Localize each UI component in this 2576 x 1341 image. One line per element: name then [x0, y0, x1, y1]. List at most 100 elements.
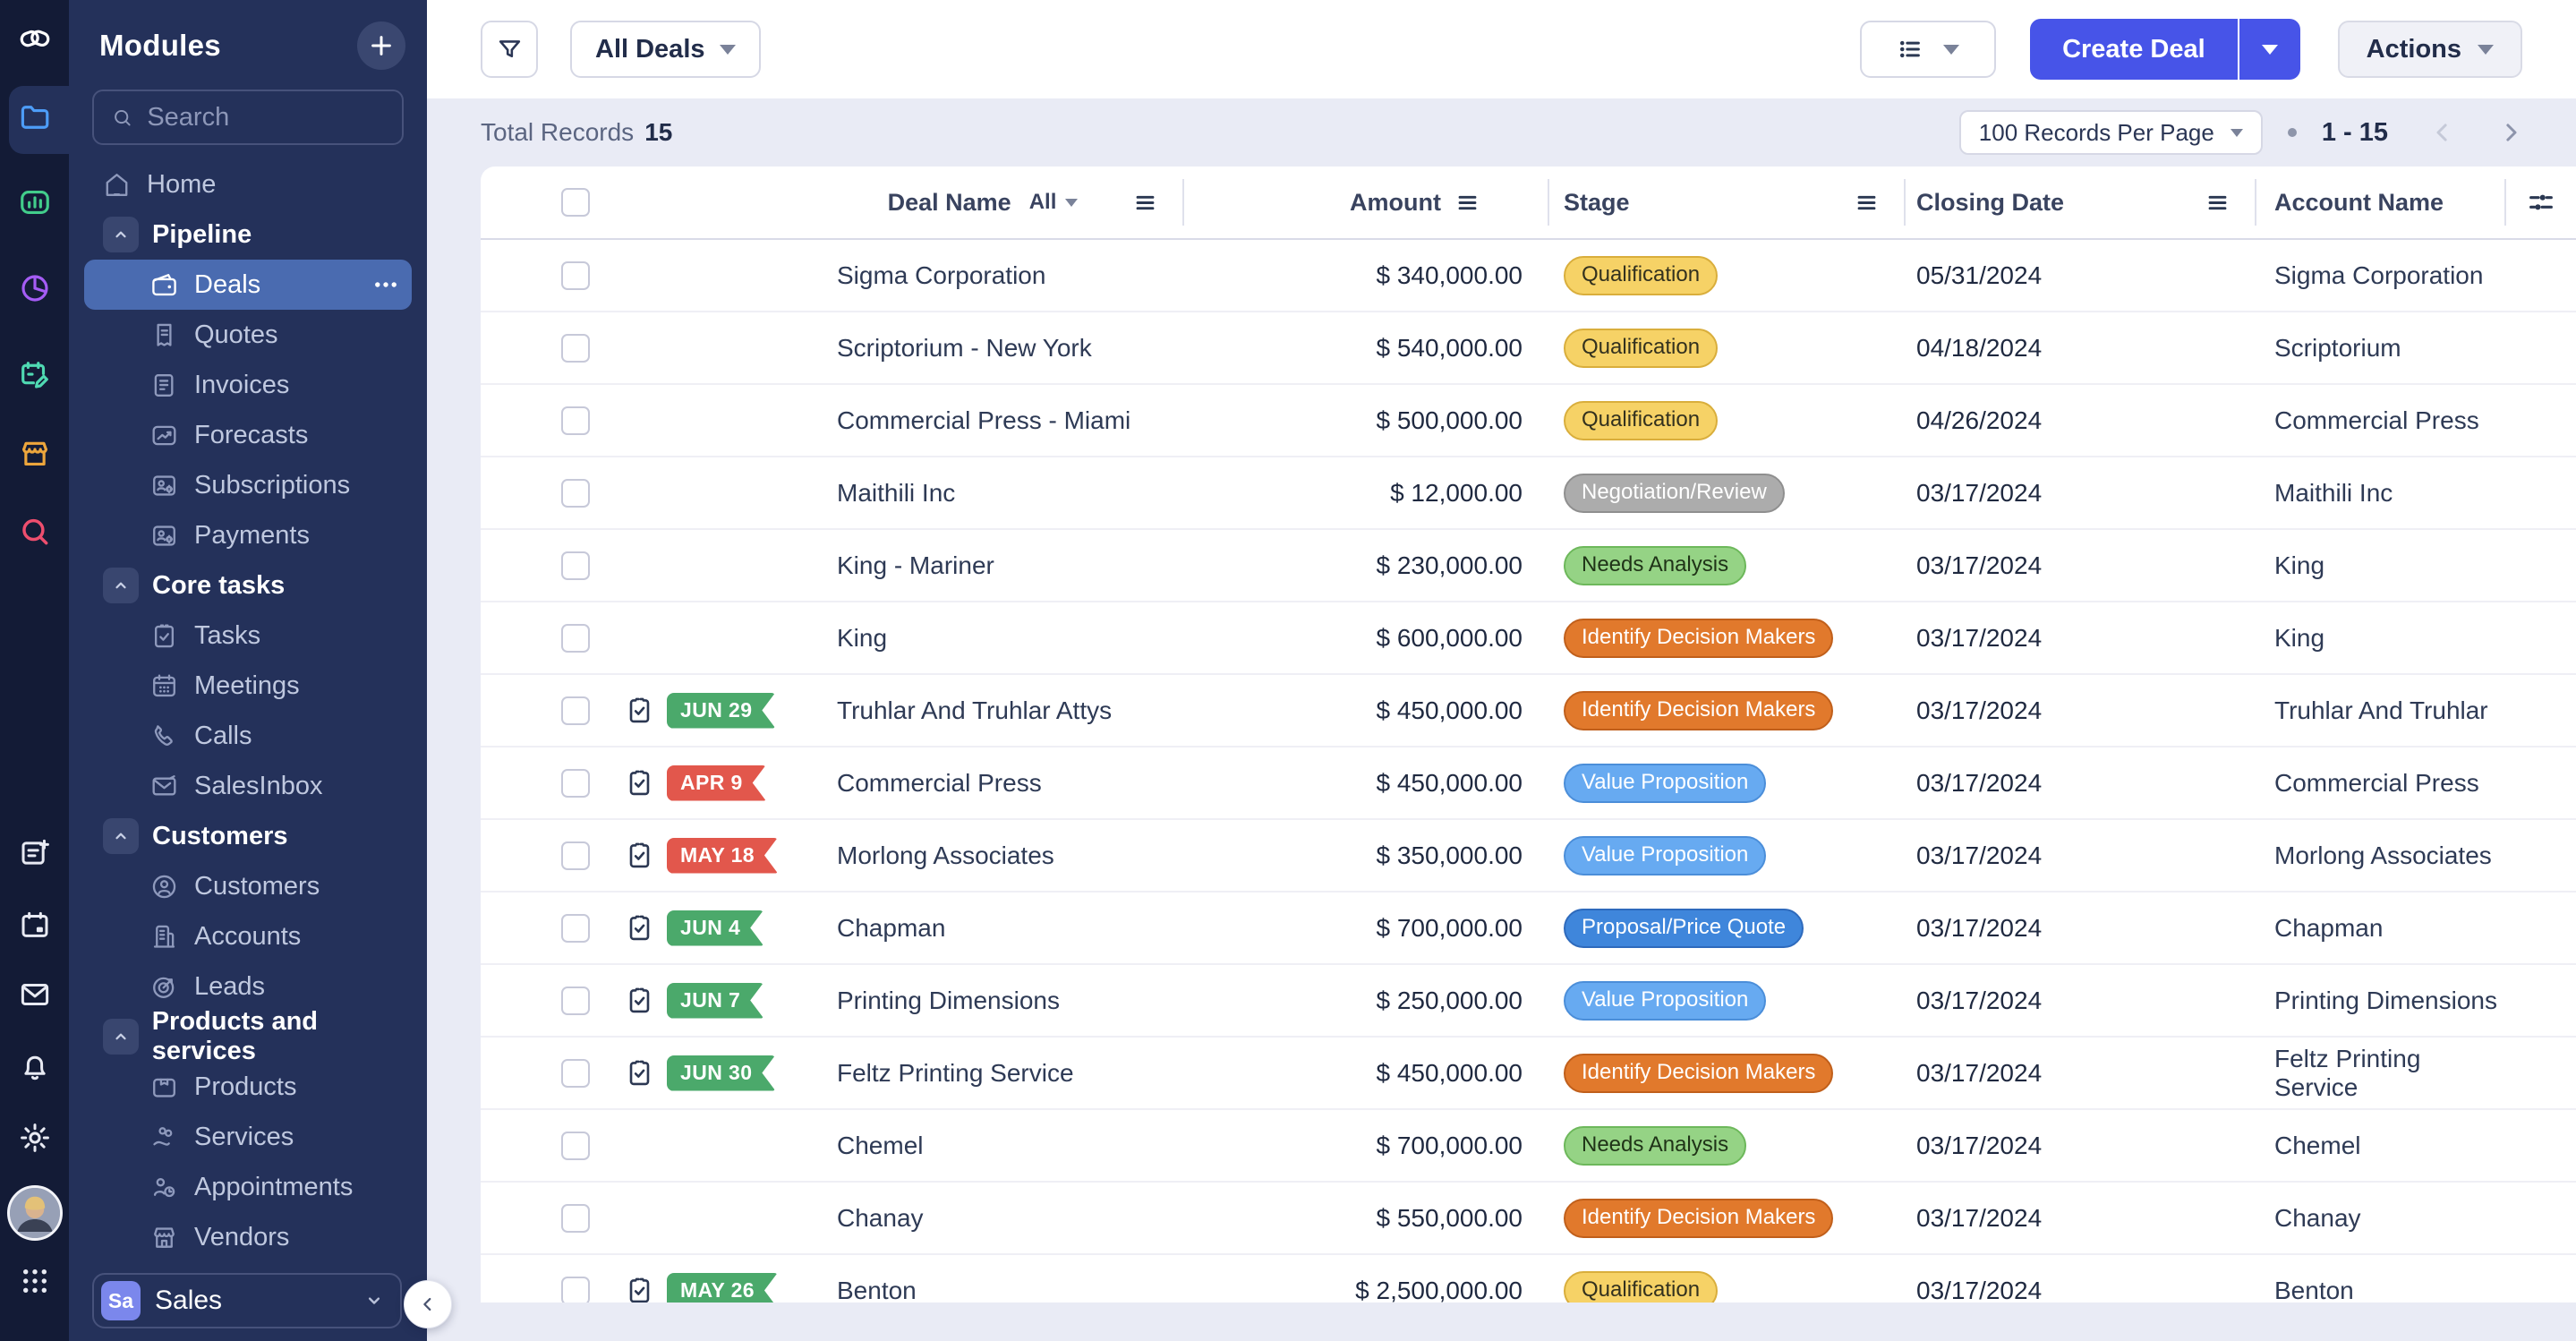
deal-name[interactable]: Morlong Associates	[837, 841, 1054, 870]
account-name[interactable]: Truhlar And Truhlar	[2274, 696, 2488, 725]
table-row[interactable]: Maithili Inc$ 12,000.00Negotiation/Revie…	[481, 457, 2576, 530]
deal-name[interactable]: Scriptorium - New York	[837, 334, 1092, 363]
row-checkbox[interactable]	[561, 769, 590, 798]
sidebar-section-core-tasks[interactable]: Core tasks	[69, 560, 427, 611]
sidebar-item-meetings[interactable]: Meetings	[84, 661, 412, 711]
calendar-icon[interactable]	[18, 909, 52, 943]
table-row[interactable]: Commercial Press - Miami$ 500,000.00Qual…	[481, 385, 2576, 457]
account-name[interactable]: Scriptorium	[2274, 334, 2401, 363]
account-name[interactable]: Morlong Associates	[2274, 841, 2492, 870]
column-menu-icon[interactable]	[1855, 191, 1879, 215]
table-row[interactable]: Scriptorium - New York$ 540,000.00Qualif…	[481, 312, 2576, 385]
account-name[interactable]: King	[2274, 624, 2324, 653]
sidebar-item-products[interactable]: Products	[84, 1062, 412, 1112]
amount-column-header[interactable]: Amount	[1182, 167, 1548, 238]
table-row[interactable]: Chanay$ 550,000.00Identify Decision Make…	[481, 1183, 2576, 1255]
sidebar-item-invoices[interactable]: Invoices	[84, 360, 412, 410]
deal-name[interactable]: Benton	[837, 1277, 917, 1303]
table-row[interactable]: JUN 30Feltz Printing Service$ 450,000.00…	[481, 1038, 2576, 1110]
row-checkbox[interactable]	[561, 624, 590, 653]
account-name[interactable]: Printing Dimensions	[2274, 987, 2497, 1015]
ellipsis-icon[interactable]	[371, 269, 401, 300]
row-checkbox[interactable]	[561, 1277, 590, 1303]
stage-column-header[interactable]: Stage	[1548, 167, 1904, 238]
account-name[interactable]: Feltz Printing Service	[2274, 1045, 2504, 1102]
deal-name[interactable]: Feltz Printing Service	[837, 1059, 1074, 1088]
sidebar-item-calls[interactable]: Calls	[84, 711, 412, 761]
dashboards-chart-icon[interactable]	[18, 185, 52, 219]
row-checkbox[interactable]	[561, 841, 590, 870]
closing-date-column-header[interactable]: Closing Date	[1904, 167, 2255, 238]
chevron-up-icon[interactable]	[103, 568, 139, 603]
column-menu-icon[interactable]	[1455, 191, 1480, 215]
account-name[interactable]: Benton	[2274, 1277, 2354, 1303]
sidebar-item-tasks[interactable]: Tasks	[84, 611, 412, 661]
notifications-bell-icon[interactable]	[18, 1050, 52, 1084]
table-row[interactable]: JUN 4Chapman$ 700,000.00Proposal/Price Q…	[481, 893, 2576, 965]
actions-button[interactable]: Actions	[2338, 21, 2522, 78]
sidebar-collapse-button[interactable]	[404, 1280, 452, 1328]
sidebar-item-home[interactable]: Home	[84, 159, 412, 209]
account-name[interactable]: Chanay	[2274, 1204, 2361, 1233]
account-name[interactable]: Maithili Inc	[2274, 479, 2393, 508]
row-checkbox[interactable]	[561, 261, 590, 290]
row-checkbox[interactable]	[561, 551, 590, 580]
row-checkbox[interactable]	[561, 406, 590, 435]
sidebar-section-products-and-services[interactable]: Products and services	[69, 1012, 427, 1062]
sidebar-section-pipeline[interactable]: Pipeline	[69, 209, 427, 260]
sidebar-item-payments[interactable]: Payments	[84, 510, 412, 560]
column-menu-icon[interactable]	[1133, 191, 1157, 215]
chevron-up-icon[interactable]	[103, 1019, 139, 1055]
app-grid-icon[interactable]	[18, 1264, 52, 1298]
marketplace-store-icon[interactable]	[18, 437, 52, 471]
table-row[interactable]: APR 9Commercial Press$ 450,000.00Value P…	[481, 747, 2576, 820]
deal-name[interactable]: Sigma Corporation	[837, 261, 1045, 290]
deal-name[interactable]: King	[837, 624, 887, 653]
sidebar-item-subscriptions[interactable]: Subscriptions	[84, 460, 412, 510]
sidebar-item-customers[interactable]: Customers	[84, 861, 412, 911]
account-name-column-header[interactable]: Account Name	[2255, 167, 2504, 238]
sidebar-item-salesinbox[interactable]: SalesInbox	[84, 761, 412, 811]
deal-name[interactable]: Printing Dimensions	[837, 987, 1060, 1015]
column-menu-icon[interactable]	[2205, 191, 2230, 215]
planner-calendar-edit-icon[interactable]	[18, 358, 52, 392]
deal-name[interactable]: Maithili Inc	[837, 479, 955, 508]
deal-name[interactable]: Truhlar And Truhlar Attys	[837, 696, 1112, 725]
filter-button[interactable]	[481, 21, 538, 78]
list-view-button[interactable]	[1860, 21, 1996, 78]
row-checkbox[interactable]	[561, 696, 590, 725]
settings-gear-icon[interactable]	[18, 1121, 52, 1155]
deal-name[interactable]: King - Mariner	[837, 551, 994, 580]
deal-name-column-header[interactable]: Deal Name All	[783, 167, 1182, 238]
deal-name[interactable]: Commercial Press	[837, 769, 1042, 798]
account-name[interactable]: Chemel	[2274, 1132, 2360, 1160]
sidebar-item-leads[interactable]: Leads	[84, 961, 412, 1012]
sidebar-item-accounts[interactable]: Accounts	[84, 911, 412, 961]
row-checkbox[interactable]	[561, 1132, 590, 1160]
deal-name-filter-dropdown[interactable]: All	[1029, 190, 1079, 215]
account-name[interactable]: Commercial Press	[2274, 406, 2479, 435]
modules-folder-icon[interactable]	[18, 100, 52, 134]
create-deal-button[interactable]: Create Deal	[2030, 19, 2238, 80]
deal-name[interactable]: Chemel	[837, 1132, 923, 1160]
row-checkbox[interactable]	[561, 334, 590, 363]
row-checkbox[interactable]	[561, 987, 590, 1015]
sidebar-item-vendors[interactable]: Vendors	[84, 1212, 412, 1260]
workspace-selector[interactable]: Sa Sales	[92, 1273, 402, 1328]
chevron-up-icon[interactable]	[103, 818, 139, 854]
table-row[interactable]: MAY 26Benton$ 2,500,000.00Qualification0…	[481, 1255, 2576, 1303]
table-row[interactable]: MAY 18Morlong Associates$ 350,000.00Valu…	[481, 820, 2576, 893]
table-row[interactable]: JUN 29Truhlar And Truhlar Attys$ 450,000…	[481, 675, 2576, 747]
mail-icon[interactable]	[18, 978, 52, 1012]
create-deal-dropdown-button[interactable]	[2239, 19, 2300, 80]
account-name[interactable]: Chapman	[2274, 914, 2383, 943]
table-row[interactable]: JUN 7Printing Dimensions$ 250,000.00Valu…	[481, 965, 2576, 1038]
sidebar-search[interactable]	[92, 90, 404, 145]
deal-name[interactable]: Commercial Press - Miami	[837, 406, 1130, 435]
account-name[interactable]: King	[2274, 551, 2324, 580]
account-name[interactable]: Sigma Corporation	[2274, 261, 2483, 290]
search-input[interactable]	[145, 102, 384, 133]
table-row[interactable]: King$ 600,000.00Identify Decision Makers…	[481, 602, 2576, 675]
sidebar-item-forecasts[interactable]: Forecasts	[84, 410, 412, 460]
table-row[interactable]: Sigma Corporation$ 340,000.00Qualificati…	[481, 240, 2576, 312]
